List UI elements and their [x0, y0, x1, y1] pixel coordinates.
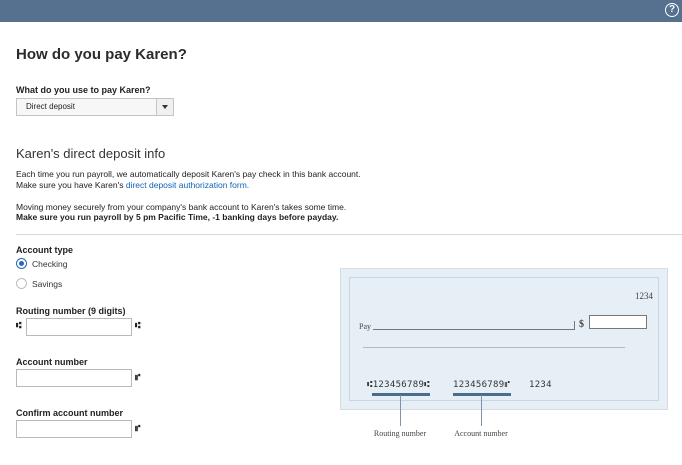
account-leader-line	[481, 395, 482, 426]
check-payee-line	[373, 329, 575, 330]
chevron-down-icon[interactable]	[156, 99, 173, 115]
check-micr-routing: ⑆123456789⑆	[367, 380, 430, 390]
direct-deposit-title: Karen's direct deposit info	[16, 146, 166, 161]
check-pay-label: Pay	[359, 322, 371, 331]
info-paragraph-prefix: Make sure you have Karen's	[16, 180, 124, 190]
info-paragraph-line2: Make sure you have Karen's direct deposi…	[16, 180, 249, 190]
info-paragraph-line1: Each time you run payroll, we automatica…	[16, 169, 361, 179]
sample-check-illustration: 1234 Pay $ ⑆123456789⑆ 123456789⑈ 1234	[340, 268, 668, 410]
check-dollar-sign: $	[579, 319, 584, 330]
payment-method-label: What do you use to pay Karen?	[16, 85, 151, 95]
help-icon[interactable]: ?	[665, 3, 679, 17]
account-number-input[interactable]	[16, 369, 132, 387]
routing-symbol-left: ⑆	[16, 321, 22, 331]
confirm-account-symbol: ⑈	[135, 424, 141, 434]
confirm-account-number-input[interactable]	[16, 420, 132, 438]
authorization-form-link[interactable]: direct deposit authorization form.	[126, 180, 249, 190]
top-bar: ?	[0, 0, 682, 22]
check-amount-box	[589, 315, 647, 329]
routing-marker-bar	[372, 393, 430, 396]
timing-paragraph-line2: Make sure you run payroll by 5 pm Pacifi…	[16, 212, 339, 222]
checking-label[interactable]: Checking	[32, 259, 67, 269]
checking-radio[interactable]	[16, 258, 27, 269]
account-number-label: Account number	[16, 357, 88, 367]
account-type-label: Account type	[16, 245, 74, 255]
check-memo-line	[363, 347, 625, 348]
account-symbol: ⑈	[135, 373, 141, 383]
payment-method-select[interactable]: Direct deposit	[16, 98, 174, 116]
routing-symbol-right: ⑆	[135, 321, 141, 331]
account-number-caption: Account number	[454, 429, 508, 438]
account-marker-bar	[453, 393, 511, 396]
savings-label[interactable]: Savings	[32, 279, 62, 289]
payment-method-value: Direct deposit	[26, 102, 75, 111]
check-micr-account: 123456789⑈	[453, 380, 511, 390]
check-number: 1234	[635, 291, 653, 301]
timing-paragraph-line1: Moving money securely from your company'…	[16, 202, 347, 212]
routing-number-input[interactable]	[26, 318, 132, 336]
routing-leader-line	[400, 395, 401, 426]
routing-number-label: Routing number (9 digits)	[16, 306, 126, 316]
check-micr-check-number: 1234	[529, 380, 552, 390]
confirm-account-number-label: Confirm account number	[16, 408, 124, 418]
section-divider	[16, 234, 682, 235]
routing-number-caption: Routing number	[373, 429, 427, 438]
savings-radio[interactable]	[16, 278, 27, 289]
page-title: How do you pay Karen?	[16, 46, 187, 63]
check-payee-line-end	[574, 321, 575, 329]
